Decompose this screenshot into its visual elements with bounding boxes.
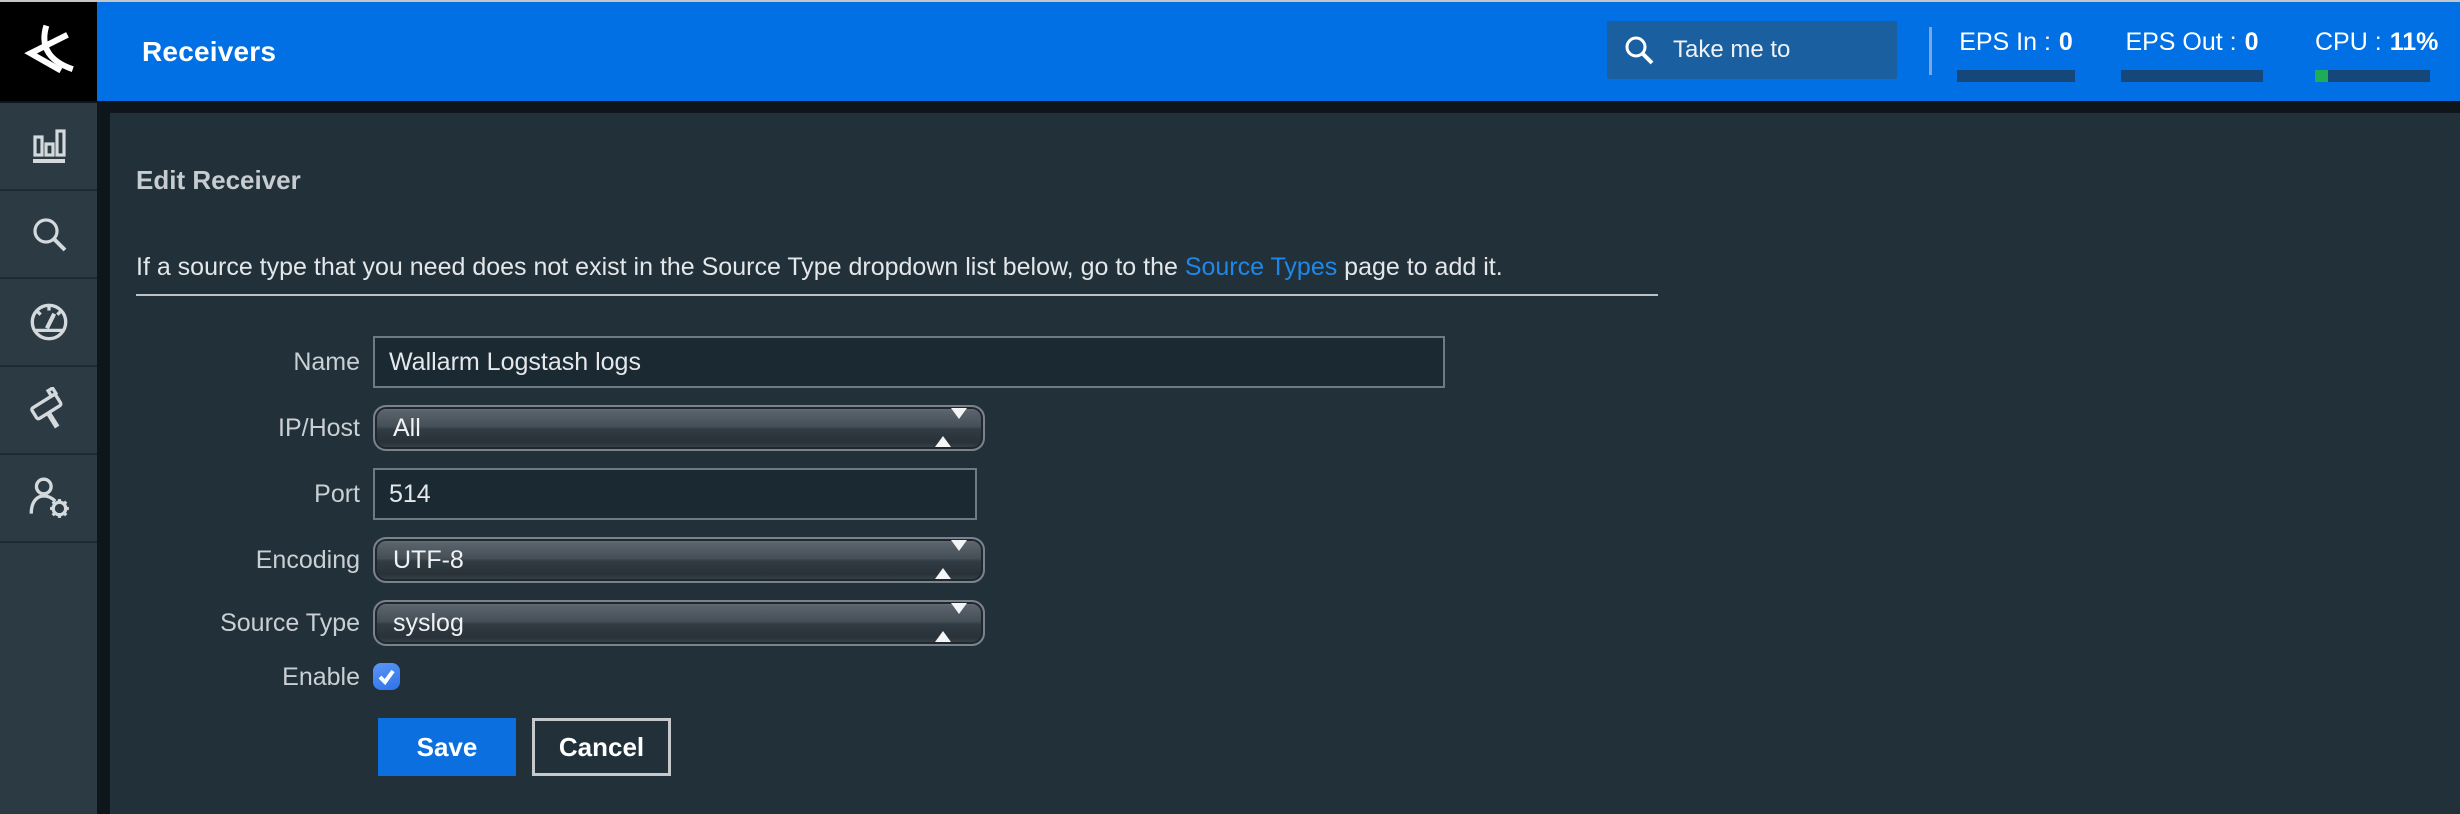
divider-rule (136, 294, 1658, 296)
port-label: Port (136, 480, 360, 509)
sidebar-item-search[interactable] (0, 191, 97, 279)
eps-in-meter (1957, 70, 2075, 82)
cpu-label: CPU : (2315, 28, 2382, 56)
ip-host-row: IP/Host All (136, 405, 2460, 451)
checkmark-icon (377, 667, 396, 686)
eps-out-value: 0 (2245, 28, 2259, 56)
sidebar-item-configuration[interactable] (0, 367, 97, 455)
gavel-icon (26, 387, 72, 433)
name-label: Name (136, 348, 360, 377)
encoding-select[interactable]: UTF-8 (373, 537, 985, 583)
take-me-to-search[interactable]: Take me to (1607, 21, 1897, 79)
encoding-selected-value: UTF-8 (375, 546, 464, 575)
source-type-row: Source Type syslog (136, 600, 2460, 646)
enable-row: Enable (136, 663, 2460, 692)
source-type-label: Source Type (136, 609, 360, 638)
bar-chart-icon (27, 124, 71, 168)
eps-in-metric: EPS In : 0 (1957, 28, 2075, 82)
search-placeholder: Take me to (1673, 36, 1790, 64)
encoding-label: Encoding (136, 546, 360, 575)
source-type-selected-value: syslog (375, 609, 464, 638)
edit-receiver-form: Name IP/Host All Port Encoding UTF-8 Sou… (136, 336, 2460, 776)
main-content-panel: Edit Receiver If a source type that you … (110, 113, 2460, 814)
arcsight-logo-icon (16, 19, 82, 85)
cpu-value: 11% (2390, 28, 2439, 56)
ip-host-selected-value: All (375, 414, 421, 443)
enable-label: Enable (136, 663, 360, 692)
save-button[interactable]: Save (378, 718, 516, 776)
section-heading: Edit Receiver (136, 165, 2460, 196)
cpu-metric: CPU :11% (2315, 28, 2430, 82)
eps-out-meter (2121, 70, 2263, 82)
header-divider (1929, 27, 1932, 75)
source-types-link[interactable]: Source Types (1185, 253, 1337, 281)
enable-checkbox[interactable] (373, 663, 400, 690)
form-actions: Save Cancel (136, 718, 2460, 776)
sidebar-item-dashboards[interactable] (0, 103, 97, 191)
select-spinner-icon (935, 614, 967, 632)
cpu-meter (2315, 70, 2430, 82)
select-spinner-icon (935, 551, 967, 569)
name-row: Name (136, 336, 2460, 388)
ip-host-select[interactable]: All (373, 405, 985, 451)
gauge-icon (26, 299, 72, 345)
port-input[interactable] (373, 468, 977, 520)
eps-in-label: EPS In : (1959, 28, 2051, 56)
top-header-bar: Receivers Take me to EPS In : 0 EPS Out :… (0, 2, 2460, 101)
note-text-after: page to add it. (1337, 253, 1502, 281)
app-logo[interactable] (0, 2, 97, 101)
eps-in-value: 0 (2059, 28, 2073, 56)
source-type-select[interactable]: syslog (373, 600, 985, 646)
sidebar-item-monitoring[interactable] (0, 279, 97, 367)
port-row: Port (136, 468, 2460, 520)
eps-out-label: EPS Out : (2125, 28, 2236, 56)
left-sidebar (0, 103, 97, 814)
select-spinner-icon (935, 419, 967, 437)
sidebar-item-user-settings[interactable] (0, 455, 97, 543)
search-icon (27, 212, 71, 256)
user-gear-icon (26, 475, 72, 521)
note-text-before: If a source type that you need does not … (136, 253, 1185, 281)
ip-host-label: IP/Host (136, 414, 360, 443)
cancel-button[interactable]: Cancel (532, 718, 671, 776)
source-type-note: If a source type that you need does not … (136, 252, 2460, 282)
encoding-row: Encoding UTF-8 (136, 537, 2460, 583)
name-input[interactable] (373, 336, 1445, 388)
page-title: Receivers (142, 2, 276, 101)
search-icon (1623, 34, 1655, 66)
eps-out-metric: EPS Out : 0 (2121, 28, 2263, 82)
